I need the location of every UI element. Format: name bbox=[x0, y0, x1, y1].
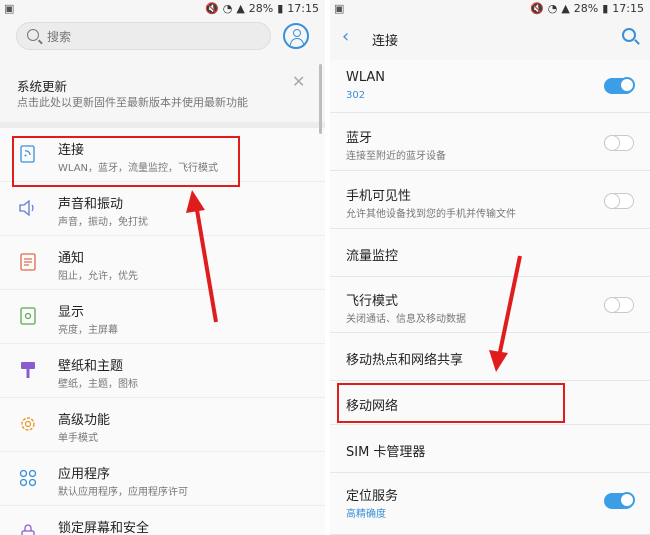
connection-item-subtitle: 302 bbox=[346, 90, 366, 101]
highlight-box-connections bbox=[12, 136, 240, 187]
scrollbar[interactable] bbox=[319, 64, 322, 134]
connection-item-phone-visibility[interactable]: 手机可见性 允许其他设备找到您的手机并传输文件 bbox=[330, 171, 650, 229]
battery-icon: ▮ bbox=[602, 2, 609, 15]
avatar-head-icon bbox=[293, 29, 301, 37]
page-title: 连接 bbox=[372, 34, 399, 49]
notification-icon bbox=[20, 253, 36, 271]
connection-item-hotspot[interactable]: 移动热点和网络共享 bbox=[330, 333, 650, 381]
lock-icon bbox=[21, 524, 35, 535]
app-bar: ‹ 连接 bbox=[330, 18, 650, 58]
settings-item-apps[interactable]: 应用程序 默认应用程序，应用程序许可 bbox=[0, 452, 325, 506]
settings-item-lock-screen[interactable]: 锁定屏幕和安全 bbox=[0, 506, 325, 535]
connections-screen: ▣ 🔇 ◔ ▲ 28% ▮ 17:15 ‹ 连接 WLAN 302 蓝牙 连接至… bbox=[330, 0, 650, 535]
settings-item-title: 壁纸和主题 bbox=[58, 359, 124, 374]
wlan-toggle[interactable] bbox=[604, 77, 635, 94]
battery-percent: 28% bbox=[573, 2, 599, 15]
signal-icon: ▲ bbox=[561, 2, 570, 15]
close-icon[interactable]: ✕ bbox=[292, 72, 305, 91]
connection-item-airplane-mode[interactable]: 飞行模式 关闭通话、信息及移动数据 bbox=[330, 277, 650, 333]
connection-item-bluetooth[interactable]: 蓝牙 连接至附近的蓝牙设备 bbox=[330, 113, 650, 171]
mute-icon: 🔇 bbox=[530, 2, 544, 15]
bluetooth-toggle[interactable] bbox=[603, 135, 634, 151]
sound-icon bbox=[19, 199, 34, 217]
battery-percent: 28% bbox=[248, 2, 274, 15]
settings-item-subtitle: 声音，振动，免打扰 bbox=[58, 217, 148, 228]
connection-item-subtitle: 连接至附近的蓝牙设备 bbox=[346, 151, 446, 162]
connection-item-title: 流量监控 bbox=[346, 249, 399, 264]
display-icon bbox=[20, 307, 36, 325]
clock: 17:15 bbox=[612, 2, 644, 15]
search-icon[interactable] bbox=[622, 28, 636, 42]
connection-item-title: 飞行模式 bbox=[346, 294, 399, 309]
battery-icon: ▮ bbox=[277, 2, 284, 15]
connection-item-title: 定位服务 bbox=[346, 489, 399, 504]
connection-item-sim-manager[interactable]: SIM 卡管理器 bbox=[330, 425, 650, 473]
advanced-features-icon bbox=[21, 417, 35, 431]
clock: 17:15 bbox=[287, 2, 319, 15]
settings-item-title: 高级功能 bbox=[58, 413, 111, 428]
signal-icon: ▲ bbox=[236, 2, 245, 15]
connection-item-title: WLAN bbox=[346, 70, 386, 85]
avatar-body-icon bbox=[290, 38, 304, 45]
settings-item-subtitle: 单手模式 bbox=[58, 433, 98, 444]
back-arrow-icon[interactable]: ‹ bbox=[342, 26, 349, 47]
settings-item-sound[interactable]: 声音和振动 声音，振动，免打扰 bbox=[0, 182, 325, 236]
connection-item-location[interactable]: 定位服务 高精确度 bbox=[330, 473, 650, 535]
wifi-icon: ◔ bbox=[547, 2, 558, 15]
settings-item-display[interactable]: 显示 亮度，主屏幕 bbox=[0, 290, 325, 344]
update-title: 系统更新 bbox=[17, 79, 68, 94]
status-bar: ▣ 🔇 ◔ ▲ 28% ▮ 17:15 bbox=[0, 0, 325, 18]
wifi-icon: ◔ bbox=[222, 2, 233, 15]
connection-item-subtitle: 允许其他设备找到您的手机并传输文件 bbox=[346, 209, 516, 220]
settings-item-title: 锁定屏幕和安全 bbox=[58, 521, 150, 535]
settings-item-advanced[interactable]: 高级功能 单手模式 bbox=[0, 398, 325, 452]
settings-item-subtitle: 阻止，允许，优先 bbox=[58, 271, 138, 282]
apps-icon bbox=[19, 469, 37, 487]
connection-item-data-usage[interactable]: 流量监控 bbox=[330, 229, 650, 277]
gallery-notification-icon: ▣ bbox=[4, 2, 15, 15]
connection-item-title: 手机可见性 bbox=[346, 189, 412, 204]
wallpaper-icon bbox=[21, 362, 35, 378]
settings-screen: ▣ 🔇 ◔ ▲ 28% ▮ 17:15 系统更新 点击此处以更新固件至最新版本并… bbox=[0, 0, 325, 535]
settings-item-title: 显示 bbox=[58, 305, 85, 320]
search-icon bbox=[27, 29, 39, 41]
connection-item-wlan[interactable]: WLAN 302 bbox=[330, 60, 650, 113]
connection-item-title: 移动热点和网络共享 bbox=[346, 353, 464, 368]
account-button[interactable] bbox=[283, 23, 309, 49]
mute-icon: 🔇 bbox=[205, 2, 219, 15]
location-toggle[interactable] bbox=[604, 492, 635, 509]
connection-item-subtitle: 高精确度 bbox=[346, 509, 386, 520]
phone-visibility-toggle[interactable] bbox=[603, 193, 634, 209]
highlight-box-mobile-networks bbox=[337, 383, 565, 423]
settings-item-wallpaper[interactable]: 壁纸和主题 壁纸，主题，图标 bbox=[0, 344, 325, 398]
update-subtitle: 点击此处以更新固件至最新版本并使用最新功能 bbox=[17, 96, 248, 109]
search-box[interactable] bbox=[16, 22, 271, 50]
system-update-card[interactable]: 系统更新 点击此处以更新固件至最新版本并使用最新功能 ✕ bbox=[0, 64, 325, 122]
search-input[interactable] bbox=[45, 27, 249, 47]
gallery-notification-icon: ▣ bbox=[334, 2, 345, 15]
settings-item-subtitle: 壁纸，主题，图标 bbox=[58, 379, 138, 390]
search-row bbox=[0, 22, 325, 54]
settings-item-notifications[interactable]: 通知 阻止，允许，优先 bbox=[0, 236, 325, 290]
connection-item-title: 蓝牙 bbox=[346, 131, 373, 146]
connection-item-title: SIM 卡管理器 bbox=[346, 445, 426, 460]
settings-item-title: 声音和振动 bbox=[58, 197, 124, 212]
airplane-mode-toggle[interactable] bbox=[603, 297, 634, 313]
settings-item-subtitle: 默认应用程序，应用程序许可 bbox=[58, 487, 188, 498]
settings-item-title: 通知 bbox=[58, 251, 85, 266]
status-bar: ▣ 🔇 ◔ ▲ 28% ▮ 17:15 bbox=[330, 0, 650, 18]
connection-item-subtitle: 关闭通话、信息及移动数据 bbox=[346, 314, 466, 325]
settings-item-title: 应用程序 bbox=[58, 467, 111, 482]
settings-item-subtitle: 亮度，主屏幕 bbox=[58, 325, 118, 336]
